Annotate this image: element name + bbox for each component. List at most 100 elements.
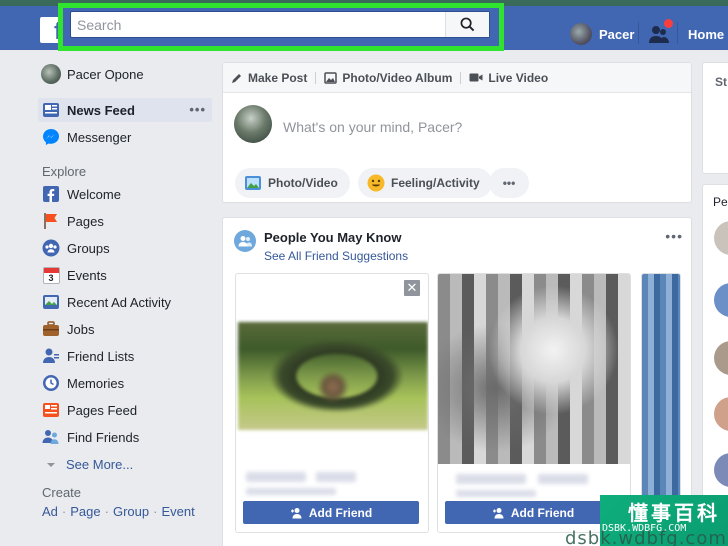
people-icon bbox=[234, 230, 256, 252]
create-ad-link[interactable]: Ad bbox=[42, 504, 58, 519]
sidebar-item-memories[interactable]: Memories bbox=[40, 371, 212, 395]
sidebar-item-find-friends[interactable]: Find Friends bbox=[40, 425, 212, 449]
search-input[interactable] bbox=[77, 15, 447, 35]
sidebar-item-label: Find Friends bbox=[67, 429, 140, 445]
search-bar[interactable] bbox=[70, 11, 490, 38]
friend-suggestion-card: Add Friend bbox=[437, 273, 631, 533]
sidebar-item-label: Welcome bbox=[67, 186, 121, 202]
video-camera-icon bbox=[469, 73, 483, 82]
contact-avatar[interactable] bbox=[714, 341, 728, 375]
sidebar-item-friend-lists[interactable]: Friend Lists bbox=[40, 344, 212, 368]
sidebar-item-label: Pages Feed bbox=[67, 402, 138, 418]
explore-heading: Explore bbox=[42, 164, 87, 179]
photo-video-button[interactable]: Photo/Video bbox=[235, 168, 350, 198]
sidebar-item-news-feed[interactable]: News Feed ••• bbox=[38, 98, 212, 122]
create-group-link[interactable]: Group bbox=[113, 504, 149, 519]
groups-icon bbox=[41, 238, 61, 258]
tab-make-post[interactable]: Make Post bbox=[223, 63, 315, 93]
right-panel-stories: St bbox=[702, 62, 728, 174]
more-options-icon[interactable]: ••• bbox=[665, 228, 683, 244]
home-link[interactable]: Home bbox=[688, 27, 724, 42]
blurred-name bbox=[538, 474, 588, 484]
chevron-down-icon bbox=[47, 462, 55, 467]
messenger-icon bbox=[41, 127, 61, 147]
blurred-name bbox=[316, 472, 356, 482]
blurred-name bbox=[456, 474, 526, 484]
see-more-link[interactable]: See More... bbox=[42, 457, 133, 472]
sidebar-item-label: Events bbox=[67, 267, 107, 283]
notification-badge bbox=[664, 19, 673, 28]
sidebar-item-recent-ad-activity[interactable]: Recent Ad Activity bbox=[40, 290, 212, 314]
header-divider bbox=[677, 22, 678, 44]
suggestion-photo[interactable] bbox=[238, 322, 428, 430]
header-avatar[interactable] bbox=[570, 23, 592, 45]
watermark-url: dsbk.wdbfg.com bbox=[565, 528, 727, 546]
find-friends-icon bbox=[41, 427, 61, 447]
composer-input[interactable] bbox=[283, 117, 663, 137]
add-friend-button[interactable]: Add Friend bbox=[445, 501, 621, 524]
contact-avatar[interactable] bbox=[714, 397, 728, 431]
create-links: Ad · Page · Group · Event bbox=[42, 504, 195, 519]
pages-feed-icon bbox=[41, 400, 61, 420]
sidebar-item-events[interactable]: 3 Events bbox=[40, 263, 212, 287]
search-icon bbox=[460, 17, 475, 32]
contact-avatar[interactable] bbox=[714, 283, 728, 317]
flag-icon bbox=[41, 211, 61, 231]
right-panel-heading: Pe bbox=[713, 195, 728, 209]
tab-live-video[interactable]: Live Video bbox=[461, 63, 556, 93]
right-panel-heading: St bbox=[715, 75, 727, 89]
suggestion-photo[interactable] bbox=[438, 274, 630, 464]
briefcase-icon bbox=[41, 319, 61, 339]
composer-tabs: Make Post Photo/Video Album Live Video bbox=[223, 63, 691, 93]
sidebar-profile-name: Pacer Opone bbox=[67, 66, 144, 82]
create-event-link[interactable]: Event bbox=[161, 504, 194, 519]
more-options-icon[interactable]: ••• bbox=[189, 102, 206, 117]
sidebar-item-label: Messenger bbox=[67, 129, 132, 145]
sidebar-item-label: News Feed bbox=[67, 102, 135, 118]
sidebar-item-jobs[interactable]: Jobs bbox=[40, 317, 212, 341]
sidebar-item-label: Groups bbox=[67, 240, 110, 256]
pymk-title: People You May Know bbox=[264, 230, 402, 245]
calendar-icon: 3 bbox=[41, 265, 61, 285]
sidebar-item-welcome[interactable]: Welcome bbox=[40, 182, 212, 206]
sidebar-item-label: Pages bbox=[67, 213, 104, 229]
add-friend-button[interactable]: Add Friend bbox=[243, 501, 419, 524]
add-person-icon bbox=[492, 507, 504, 518]
pencil-icon bbox=[232, 73, 241, 83]
sidebar-item-pages[interactable]: Pages bbox=[40, 209, 212, 233]
add-person-icon bbox=[290, 507, 302, 518]
sidebar-profile[interactable]: Pacer Opone bbox=[40, 62, 212, 86]
sidebar-item-messenger[interactable]: Messenger bbox=[40, 125, 212, 149]
profile-avatar bbox=[41, 64, 61, 84]
right-panel-people: Pe bbox=[702, 184, 728, 546]
ad-activity-icon bbox=[41, 292, 61, 312]
contact-avatar[interactable] bbox=[714, 221, 728, 255]
sidebar-item-label: Memories bbox=[67, 375, 125, 391]
sidebar-item-label: Friend Lists bbox=[67, 348, 135, 364]
blurred-mutual bbox=[456, 490, 536, 497]
tab-photo-video-album[interactable]: Photo/Video Album bbox=[316, 63, 460, 93]
friend-suggestion-card-partial[interactable] bbox=[641, 273, 681, 533]
create-page-link[interactable]: Page bbox=[70, 504, 100, 519]
close-icon[interactable]: ✕ bbox=[404, 280, 420, 296]
search-button[interactable] bbox=[445, 12, 489, 37]
news-feed-icon bbox=[41, 100, 61, 120]
sidebar-item-label: Recent Ad Activity bbox=[67, 294, 172, 310]
header-divider bbox=[638, 22, 639, 44]
blurred-mutual bbox=[246, 488, 336, 495]
see-all-suggestions-link[interactable]: See All Friend Suggestions bbox=[264, 249, 408, 263]
photo-icon bbox=[245, 176, 261, 190]
sidebar-item-groups[interactable]: Groups bbox=[40, 236, 212, 260]
composer-avatar[interactable] bbox=[234, 105, 272, 143]
header-profile-name[interactable]: Pacer bbox=[599, 27, 634, 42]
sidebar-item-label: Jobs bbox=[67, 321, 95, 337]
feeling-activity-button[interactable]: Feeling/Activity bbox=[358, 168, 492, 198]
contact-avatar[interactable] bbox=[714, 453, 728, 487]
composer-more-button[interactable]: ••• bbox=[489, 168, 529, 198]
memories-clock-icon bbox=[41, 373, 61, 393]
sidebar-item-pages-feed[interactable]: Pages Feed bbox=[40, 398, 212, 422]
photo-album-icon bbox=[324, 71, 338, 84]
create-heading: Create bbox=[42, 485, 82, 500]
smiley-icon bbox=[367, 174, 385, 192]
friend-suggestion-card: ✕ Add Friend bbox=[235, 273, 429, 533]
